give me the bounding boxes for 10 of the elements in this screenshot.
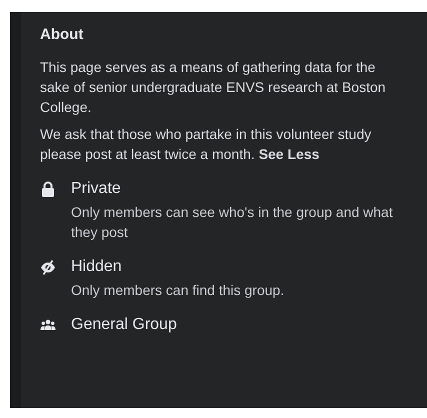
setting-title: Private (71, 179, 122, 199)
setting-title: Hidden (71, 257, 123, 277)
description-text: This page serves as a means of gathering data for the sake of senior undergraduate ENVS research at Boston College. (40, 58, 387, 117)
lock-icon (40, 181, 56, 198)
description-text: We ask that those who partake in this volunteer study please post at least twice a month. See Less (40, 125, 372, 164)
setting-description: Only members can see who's in the group and what they post (71, 203, 394, 242)
hidden-eye-icon (40, 259, 56, 276)
section-title: About (40, 26, 84, 43)
setting-description: Only members can find this group. (71, 281, 284, 300)
setting-title: General Group (71, 315, 177, 335)
